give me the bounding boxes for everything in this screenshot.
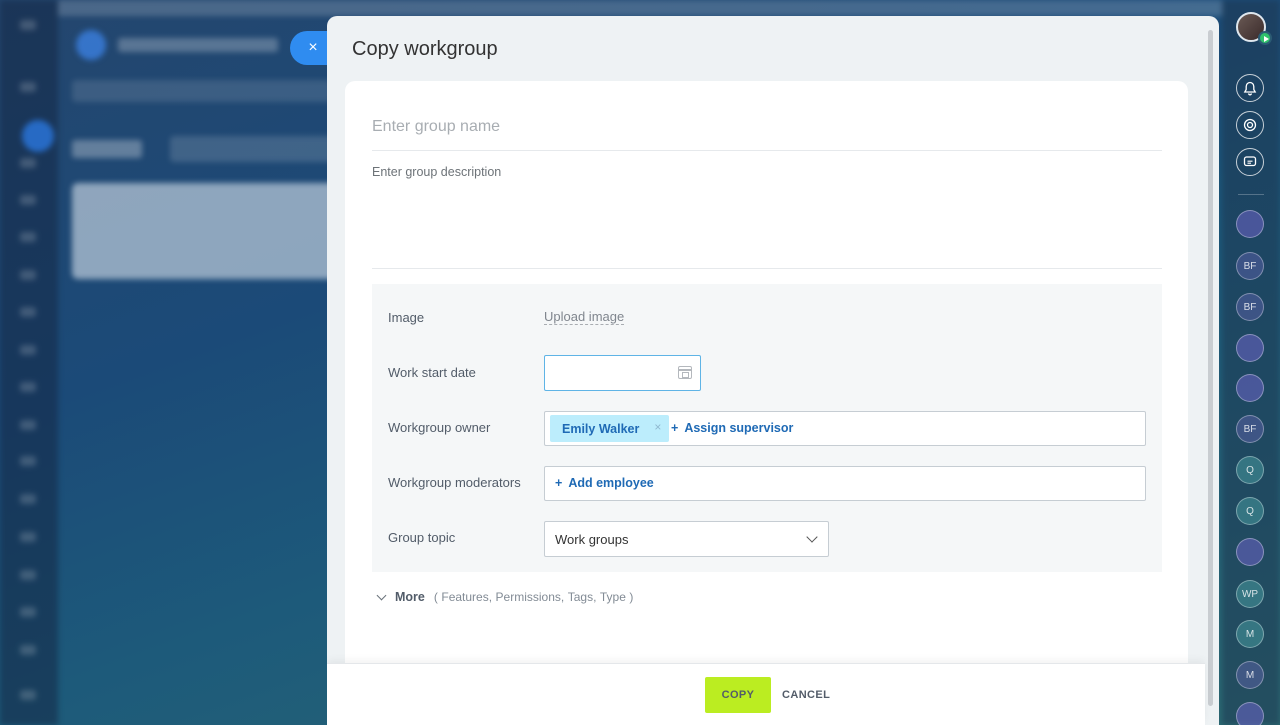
more-item: Permissions,: [495, 590, 565, 604]
status-badge: [1258, 31, 1272, 45]
add-employee-label: Add employee: [568, 476, 654, 490]
chat-avatar[interactable]: [1236, 374, 1264, 402]
paren-open: (: [433, 590, 438, 604]
chevron-down-icon: [376, 590, 387, 600]
remove-tag-icon[interactable]: ×: [654, 420, 661, 434]
owner-tag[interactable]: Emily Walker ×: [550, 415, 670, 442]
plus-icon: +: [671, 421, 679, 435]
scrollbar[interactable]: [1208, 30, 1213, 706]
bell-icon[interactable]: [1236, 74, 1264, 102]
owner-selector[interactable]: Emily Walker × + Assign supervisor: [544, 411, 1146, 446]
chat-avatar[interactable]: Q: [1236, 497, 1264, 525]
chat-avatar[interactable]: M: [1236, 620, 1264, 648]
close-slider-button[interactable]: ×: [290, 31, 330, 65]
fields-section: Image Upload image Work start date Workg…: [372, 284, 1162, 572]
paren-close: ): [629, 590, 634, 604]
group-name-input[interactable]: Enter group name: [372, 103, 1162, 151]
owner-tag-label: Emily Walker: [562, 421, 640, 436]
more-label: More: [395, 590, 425, 604]
more-item: Type: [599, 590, 626, 604]
start-date-input[interactable]: [544, 355, 701, 391]
chat-avatar[interactable]: [1236, 210, 1264, 238]
upload-image-link[interactable]: Upload image: [544, 309, 625, 325]
modal-title: Copy workgroup: [352, 38, 498, 60]
form-card: Enter group name Enter group description…: [345, 81, 1188, 681]
more-item: Tags,: [567, 590, 597, 604]
topic-value: Work groups: [555, 531, 629, 547]
chat-avatar[interactable]: Q: [1236, 456, 1264, 484]
chat-avatar[interactable]: M: [1236, 661, 1264, 689]
more-toggle[interactable]: More ( Features, Permissions, Tags, Type…: [376, 590, 634, 604]
start-date-label: Work start date: [388, 365, 476, 380]
moderators-selector[interactable]: + Add employee: [544, 466, 1146, 501]
chat-avatar[interactable]: WP: [1236, 580, 1264, 608]
modal-footer: COPY CANCEL: [327, 664, 1205, 725]
chat-avatar[interactable]: [1236, 334, 1264, 362]
owner-label: Workgroup owner: [388, 420, 491, 435]
calendar-icon[interactable]: [678, 366, 692, 379]
group-topic-select[interactable]: Work groups: [544, 521, 829, 557]
chat-avatar[interactable]: BF: [1236, 293, 1264, 321]
copilot-icon[interactable]: [1236, 111, 1264, 139]
group-description-input[interactable]: Enter group description: [372, 165, 1162, 269]
description-placeholder: Enter group description: [372, 165, 502, 179]
copy-workgroup-modal: Copy workgroup Enter group name Enter gr…: [327, 16, 1219, 725]
assign-supervisor-link[interactable]: + Assign supervisor: [671, 421, 793, 435]
plus-icon: +: [555, 476, 563, 490]
topic-label: Group topic: [388, 530, 456, 545]
chat-avatar[interactable]: BF: [1236, 415, 1264, 443]
chat-avatar[interactable]: [1236, 702, 1264, 725]
chat-avatar[interactable]: [1236, 538, 1264, 566]
right-sidebar: BF BF BF Q Q WP M M: [1224, 0, 1280, 725]
more-item: Features,: [441, 590, 493, 604]
image-label: Image: [388, 310, 425, 325]
close-icon: ×: [308, 39, 318, 56]
chat-search-icon[interactable]: [1236, 148, 1264, 176]
cancel-button[interactable]: CANCEL: [782, 677, 830, 713]
add-employee-link[interactable]: + Add employee: [555, 476, 654, 490]
moderators-label: Workgroup moderators: [388, 475, 521, 490]
copy-button[interactable]: COPY: [705, 677, 771, 713]
chat-avatar[interactable]: BF: [1236, 252, 1264, 280]
chevron-down-icon: [806, 531, 818, 543]
assign-supervisor-label: Assign supervisor: [684, 421, 794, 435]
left-menu: [0, 0, 58, 725]
